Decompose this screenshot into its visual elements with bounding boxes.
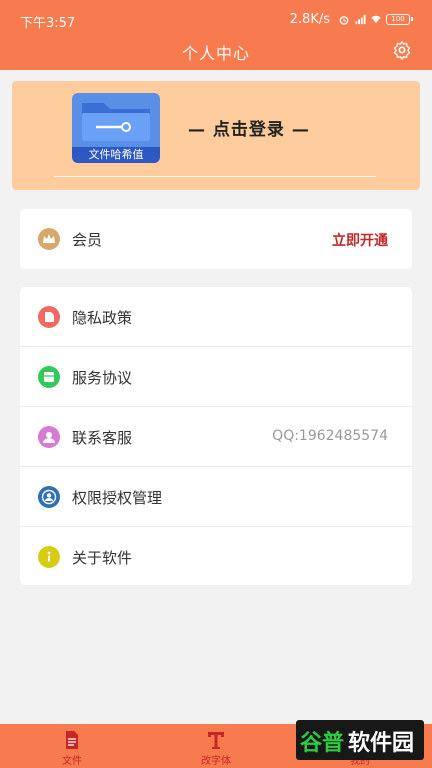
menu-item-label: 联系客服 (72, 429, 133, 447)
page-title: 个人中心 (181, 44, 250, 63)
divider (54, 176, 376, 177)
box-icon (38, 366, 60, 388)
menu-card: 隐私政策 服务协议 联系客服 QQ:1962485574 权限授权管理 关于软件 (20, 287, 412, 585)
signal-icon (355, 14, 366, 25)
vip-card: 会员 立即开通 (20, 209, 412, 269)
gear-icon[interactable] (392, 40, 412, 60)
person-icon (38, 426, 60, 448)
support-qq: QQ:1962485574 (272, 428, 388, 444)
tab-change-font[interactable]: 改字体 (144, 724, 288, 768)
watermark-part1: 谷普 (300, 731, 345, 756)
menu-item-label: 服务协议 (72, 369, 133, 387)
watermark-logo: 谷普 软件园 (296, 720, 424, 760)
login-prompt[interactable]: — 点击登录 — (188, 115, 310, 140)
file-icon (66, 731, 78, 749)
user-circle-icon (38, 486, 60, 508)
menu-item-label: 关于软件 (72, 549, 133, 567)
vip-label: 会员 (72, 231, 103, 249)
status-icons: 2.8K/s 100 (289, 12, 413, 27)
menu-item-service-agreement[interactable]: 服务协议 (20, 347, 412, 407)
watermark-part2: 软件园 (348, 731, 415, 756)
tab-files[interactable]: 文件 (0, 724, 144, 768)
app-logo: 文件哈希值 (72, 93, 160, 163)
vip-row[interactable]: 会员 立即开通 (20, 209, 412, 269)
battery-icon: 100 (386, 14, 413, 25)
wifi-icon (371, 15, 381, 24)
menu-item-about[interactable]: 关于软件 (20, 527, 412, 587)
crown-icon (38, 228, 60, 250)
folder-key-icon (82, 103, 150, 141)
document-icon (38, 306, 60, 328)
top-header: 下午3:57 2.8K/s 100 个人中心 (0, 0, 432, 70)
menu-item-permissions[interactable]: 权限授权管理 (20, 467, 412, 527)
text-icon (208, 732, 224, 749)
info-icon (38, 546, 60, 568)
logo-caption: 文件哈希值 (72, 147, 160, 163)
tab-label: 改字体 (201, 756, 231, 767)
menu-item-label: 隐私政策 (72, 309, 133, 327)
status-bar: 下午3:57 2.8K/s 100 (0, 10, 432, 31)
menu-item-contact-support[interactable]: 联系客服 QQ:1962485574 (20, 407, 412, 467)
status-time: 下午3:57 (20, 16, 76, 31)
login-card[interactable]: 文件哈希值 — 点击登录 — (12, 81, 420, 190)
alarm-icon (339, 16, 349, 25)
tab-label: 文件 (62, 756, 82, 767)
menu-item-label: 权限授权管理 (72, 489, 163, 507)
net-speed: 2.8K/s (289, 12, 330, 27)
vip-activate-link[interactable]: 立即开通 (332, 230, 388, 250)
menu-item-privacy-policy[interactable]: 隐私政策 (20, 287, 412, 347)
